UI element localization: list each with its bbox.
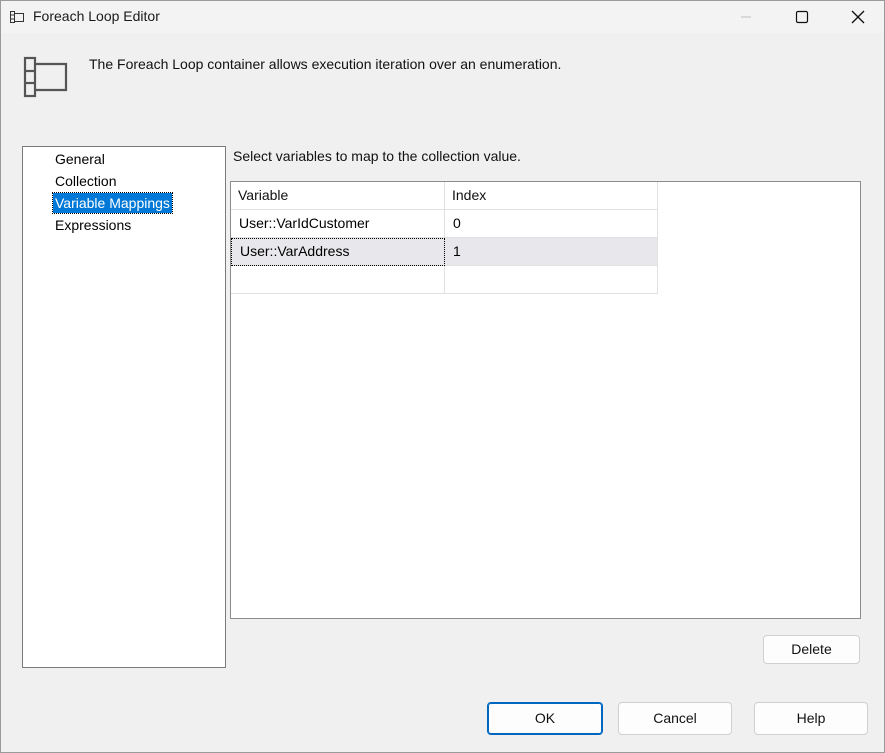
cancel-button[interactable]: Cancel bbox=[618, 702, 732, 735]
nav-item-expressions[interactable]: Expressions bbox=[53, 215, 133, 235]
ok-button[interactable]: OK bbox=[487, 702, 603, 735]
title-bar[interactable]: Foreach Loop Editor bbox=[1, 1, 884, 33]
index-cell[interactable]: 1 bbox=[445, 238, 658, 266]
page-navigation-list[interactable]: General Collection Variable Mappings Exp… bbox=[22, 146, 226, 668]
header-description: The Foreach Loop container allows execut… bbox=[89, 56, 562, 72]
index-cell[interactable]: 0 bbox=[445, 210, 658, 238]
new-row-variable-cell[interactable] bbox=[231, 266, 445, 294]
variable-mappings-grid[interactable]: Variable Index User::VarIdCustomer 0 Use… bbox=[230, 181, 861, 619]
instruction-label: Select variables to map to the collectio… bbox=[233, 148, 521, 164]
close-button[interactable] bbox=[835, 1, 881, 33]
window-title: Foreach Loop Editor bbox=[33, 8, 160, 24]
delete-button[interactable]: Delete bbox=[763, 635, 860, 664]
variable-cell[interactable]: User::VarIdCustomer bbox=[231, 210, 445, 238]
new-row-index-cell[interactable] bbox=[445, 266, 658, 294]
nav-item-general[interactable]: General bbox=[53, 149, 107, 169]
maximize-button[interactable] bbox=[779, 1, 825, 33]
foreach-loop-container-icon bbox=[23, 55, 69, 99]
minimize-icon bbox=[741, 16, 751, 18]
help-button[interactable]: Help bbox=[754, 702, 868, 735]
foreach-loop-editor-dialog: Foreach Loop Editor The Foreach Loop con… bbox=[0, 0, 885, 753]
close-icon bbox=[851, 10, 865, 24]
minimize-button[interactable] bbox=[723, 1, 769, 33]
foreach-loop-icon bbox=[9, 9, 25, 25]
nav-item-collection[interactable]: Collection bbox=[53, 171, 118, 191]
variable-cell-selected[interactable]: User::VarAddress bbox=[231, 238, 445, 266]
column-header-variable[interactable]: Variable bbox=[231, 182, 445, 210]
nav-item-variable-mappings[interactable]: Variable Mappings bbox=[52, 192, 173, 214]
maximize-icon bbox=[795, 10, 809, 24]
column-header-index[interactable]: Index bbox=[445, 182, 658, 210]
